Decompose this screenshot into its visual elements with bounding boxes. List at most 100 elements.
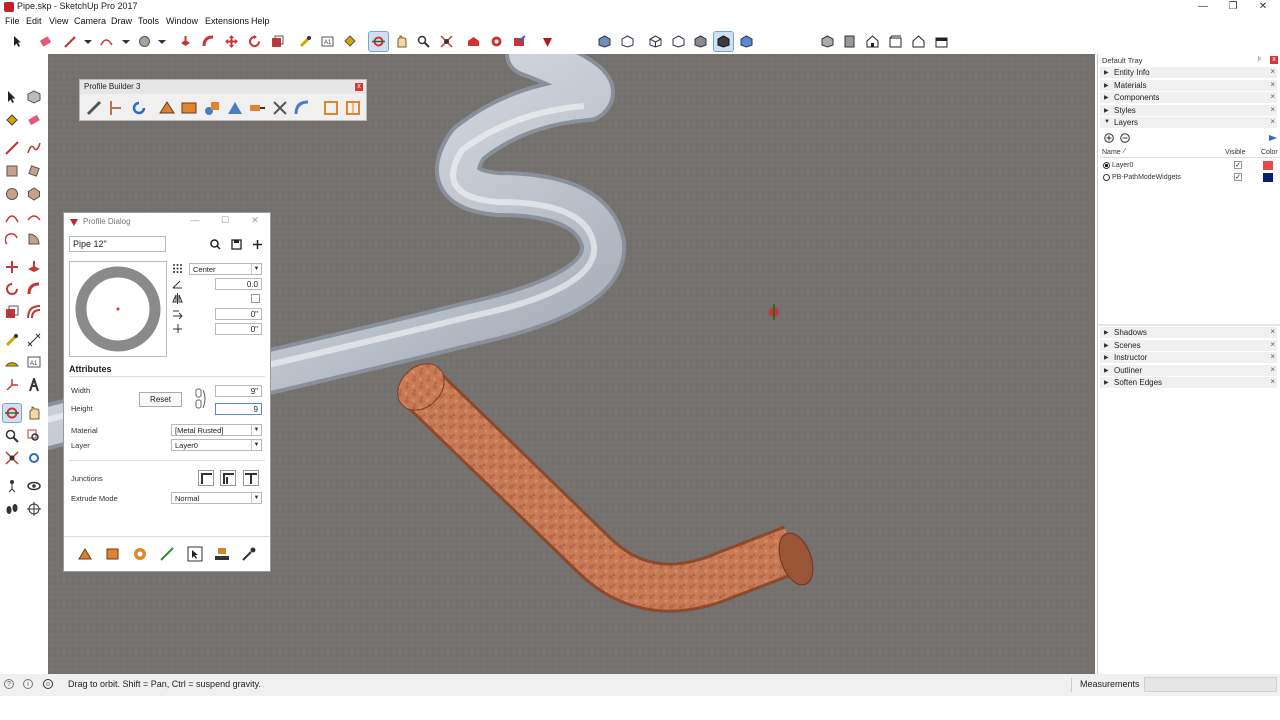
chevron-down-icon[interactable] xyxy=(153,32,166,51)
user-icon[interactable]: ☺ xyxy=(43,679,53,689)
search-icon[interactable] xyxy=(210,239,221,250)
close-icon[interactable]: × xyxy=(1270,117,1275,126)
tray-panel-outliner[interactable]: ▶ Outliner × xyxy=(1100,365,1277,377)
wireframe-icon[interactable] xyxy=(646,32,665,51)
refresh-icon[interactable] xyxy=(130,99,148,117)
close-icon[interactable]: ✕ xyxy=(1248,0,1278,14)
arc-tool-icon[interactable] xyxy=(3,208,21,226)
layer-row[interactable]: PB-PathModeWidgets ✓ xyxy=(1100,172,1279,183)
move-tool-icon[interactable] xyxy=(3,258,21,276)
path-follow-icon[interactable] xyxy=(293,99,311,117)
layer-visible-checkbox[interactable]: ✓ xyxy=(1234,161,1242,169)
line-tool-icon[interactable] xyxy=(61,32,80,51)
menu-edit[interactable]: Edit xyxy=(26,16,42,26)
offset-tool-icon[interactable] xyxy=(25,303,43,321)
tape-measure-icon[interactable] xyxy=(3,331,21,349)
stamp-icon[interactable] xyxy=(214,546,230,562)
tray-panel-scenes[interactable]: ▶ Scenes × xyxy=(1100,340,1277,352)
close-icon[interactable]: × xyxy=(1270,327,1275,336)
offset-x-field[interactable]: 0" xyxy=(215,308,262,320)
geo-location-icon[interactable]: ? xyxy=(4,679,14,689)
text-tool-icon[interactable]: A1 xyxy=(25,353,43,371)
layer-row[interactable]: Layer0 ✓ xyxy=(1100,160,1279,171)
zoom-window-icon[interactable] xyxy=(25,427,43,445)
push-pull-icon[interactable] xyxy=(25,258,43,276)
share-model-icon[interactable] xyxy=(510,32,529,51)
close-icon[interactable]: × xyxy=(1270,377,1275,386)
split-icon[interactable] xyxy=(344,99,362,117)
two-point-arc-icon[interactable] xyxy=(25,208,43,226)
build-icon[interactable] xyxy=(158,99,176,117)
model-viewport[interactable]: Profile Builder 3 x Profile Dialog — ☐ ✕… xyxy=(48,54,1095,674)
layer-color-swatch[interactable] xyxy=(1263,161,1273,170)
layer-select[interactable]: Layer0 ▼ xyxy=(171,439,262,451)
delete-layer-icon[interactable] xyxy=(1120,133,1130,143)
orbit-tool-icon[interactable] xyxy=(2,403,22,423)
assembly-icon[interactable] xyxy=(203,99,221,117)
material-select[interactable]: [Metal Rusted] ▼ xyxy=(171,424,262,436)
tray-panel-styles[interactable]: ▶ Styles × xyxy=(1100,105,1277,117)
junction-miter-icon[interactable] xyxy=(198,470,214,486)
menu-tools[interactable]: Tools xyxy=(138,16,159,26)
shapes-tool-icon[interactable] xyxy=(135,32,154,51)
rotated-rectangle-icon[interactable] xyxy=(25,162,43,180)
eyedropper-icon[interactable] xyxy=(241,546,257,562)
layer-visible-checkbox[interactable]: ✓ xyxy=(1234,173,1242,181)
measurements-input[interactable] xyxy=(1144,677,1277,692)
zoom-extents-icon[interactable] xyxy=(3,449,21,467)
make-component-icon[interactable] xyxy=(25,88,43,106)
select-tool-icon[interactable] xyxy=(3,88,21,106)
iso-view-icon[interactable] xyxy=(818,32,837,51)
select-tool-icon[interactable] xyxy=(8,32,27,51)
layer-options-icon[interactable] xyxy=(1268,133,1278,143)
profile-name-field[interactable]: Pipe 12" xyxy=(69,236,166,252)
close-icon[interactable]: × xyxy=(1270,340,1275,349)
tray-splitter[interactable] xyxy=(1098,324,1280,326)
freehand-tool-icon[interactable] xyxy=(25,139,43,157)
look-around-icon[interactable] xyxy=(25,477,43,495)
shaded-icon[interactable] xyxy=(691,32,710,51)
alignment-select[interactable]: Center ▼ xyxy=(189,263,262,275)
menu-camera[interactable]: Camera xyxy=(74,16,106,26)
paint-bucket-icon[interactable] xyxy=(340,32,359,51)
assembly-icon[interactable] xyxy=(132,546,148,562)
path-icon[interactable] xyxy=(107,99,125,117)
extension-manager-icon[interactable] xyxy=(538,32,557,51)
eraser-tool-icon[interactable] xyxy=(36,32,55,51)
restore-icon[interactable]: ❐ xyxy=(1218,0,1248,14)
offset-y-field[interactable]: 0" xyxy=(215,323,262,335)
build-icon[interactable] xyxy=(77,546,93,562)
circle-tool-icon[interactable] xyxy=(3,185,21,203)
dimension-tool-icon[interactable] xyxy=(25,331,43,349)
maximize-icon[interactable]: ☐ xyxy=(218,215,232,226)
zoom-extents-icon[interactable] xyxy=(437,32,456,51)
pin-icon[interactable]: ⊧ xyxy=(1258,55,1262,63)
rectangle-tool-icon[interactable] xyxy=(3,162,21,180)
warehouse-icon[interactable] xyxy=(464,32,483,51)
minimize-icon[interactable]: — xyxy=(1188,0,1218,14)
zoom-tool-icon[interactable] xyxy=(3,427,21,445)
left-view-icon[interactable] xyxy=(932,32,951,51)
pan-tool-icon[interactable] xyxy=(25,404,43,422)
extension-warehouse-icon[interactable] xyxy=(487,32,506,51)
arc-tool-icon[interactable] xyxy=(97,32,116,51)
minimize-icon[interactable]: — xyxy=(188,215,202,225)
menu-draw[interactable]: Draw xyxy=(111,16,132,26)
pie-tool-icon[interactable] xyxy=(25,230,43,248)
active-layer-radio[interactable] xyxy=(1103,174,1110,181)
axes-tool-icon[interactable] xyxy=(3,376,21,394)
shaded-textures-icon[interactable] xyxy=(713,31,734,52)
credits-icon[interactable]: i xyxy=(23,679,33,689)
close-icon[interactable]: × xyxy=(1270,352,1275,361)
add-icon[interactable] xyxy=(252,239,263,250)
chevron-down-icon[interactable] xyxy=(117,32,130,51)
tray-panel-layers[interactable]: ▼ Layers × xyxy=(1100,117,1277,129)
rotate-tool-icon[interactable] xyxy=(3,280,21,298)
close-icon[interactable]: × xyxy=(1270,92,1275,101)
height-field[interactable]: 9 xyxy=(215,403,262,415)
width-field[interactable]: 9" xyxy=(215,385,262,397)
menu-view[interactable]: View xyxy=(49,16,68,26)
zoom-tool-icon[interactable] xyxy=(414,32,433,51)
close-icon[interactable]: ✕ xyxy=(248,215,262,226)
mirror-checkbox[interactable] xyxy=(251,294,260,303)
